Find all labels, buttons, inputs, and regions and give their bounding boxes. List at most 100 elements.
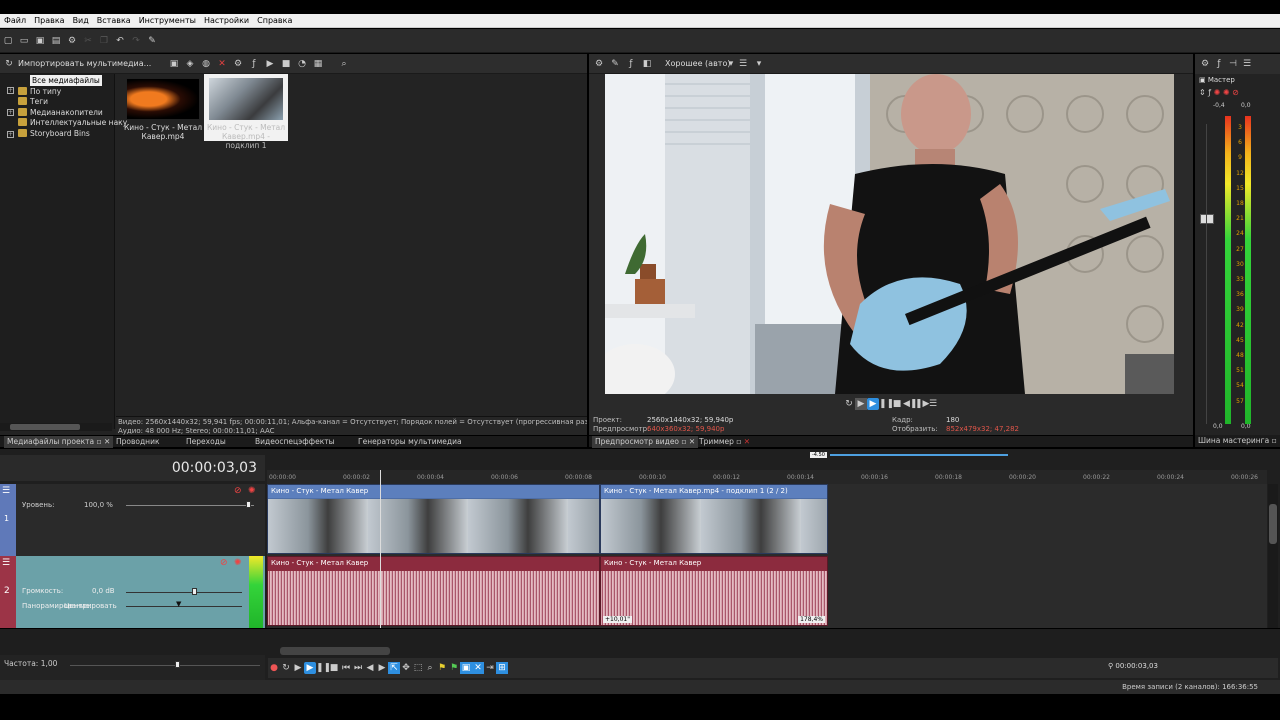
- menu-icon[interactable]: ☰: [927, 398, 939, 410]
- menu-help[interactable]: Справка: [253, 14, 296, 28]
- tab-project-media[interactable]: Медиафайлы проекта ▫ ✕: [4, 436, 114, 448]
- timeline-overview[interactable]: -4.50: [810, 452, 1010, 458]
- volume-slider-knob[interactable]: [192, 588, 197, 595]
- rate-slider-knob[interactable]: [175, 661, 180, 668]
- pause-icon[interactable]: ❚❚: [879, 398, 894, 410]
- play-icon[interactable]: ▶: [264, 58, 276, 70]
- tree-item-all-media[interactable]: Все медиафайлы: [30, 75, 102, 86]
- rate-slider[interactable]: [70, 665, 260, 666]
- views-icon[interactable]: ▦: [312, 58, 324, 70]
- fx-icon[interactable]: ƒ: [248, 58, 260, 70]
- tab-media-generators[interactable]: Генераторы мультимедиа: [358, 436, 462, 448]
- tree-scrollbar[interactable]: [0, 423, 112, 431]
- gear-icon[interactable]: ⚙: [1199, 58, 1211, 70]
- tab-trimmer[interactable]: Триммер ▫ ✕: [699, 436, 750, 448]
- ignore-grouping-icon[interactable]: ▣: [460, 662, 472, 674]
- tab-video-preview[interactable]: Предпросмотр видео ▫ ✕: [592, 436, 699, 448]
- capture-icon[interactable]: ▣: [168, 58, 180, 70]
- solo-icon[interactable]: ✺: [234, 558, 242, 568]
- properties-icon[interactable]: ⚙: [232, 58, 244, 70]
- mute-icon[interactable]: ⊘: [220, 558, 228, 568]
- preview-quality-select[interactable]: Хорошее (авто): [665, 58, 730, 70]
- mute-icon[interactable]: ✺: [1223, 88, 1230, 97]
- tree-item-tags[interactable]: Теги: [18, 96, 48, 107]
- tree-item-storyboard-bins[interactable]: Storyboard Bins: [18, 128, 90, 139]
- pan-slider[interactable]: [126, 606, 242, 607]
- edit-tool-icon[interactable]: ⇱: [388, 662, 400, 674]
- stop-icon[interactable]: ■: [280, 58, 292, 70]
- level-slider-knob[interactable]: [246, 501, 251, 508]
- fx-icon[interactable]: ƒ: [1208, 88, 1211, 97]
- timeline-ruler[interactable]: 00:00:00 00:00:02 00:00:04 00:00:06 00:00:08…: [267, 470, 1267, 484]
- scrollbar-thumb[interactable]: [10, 424, 80, 430]
- go-to-end-icon[interactable]: ⏭: [352, 662, 364, 674]
- go-to-start-icon[interactable]: ⏮: [340, 662, 352, 674]
- video-clip[interactable]: Кино - Стук - Метал Кавер: [267, 484, 600, 554]
- next-frame-icon[interactable]: ❚▶: [915, 398, 929, 410]
- play-from-start-icon[interactable]: ▶: [855, 398, 867, 410]
- refresh-icon[interactable]: ↻: [3, 58, 15, 70]
- loop-icon[interactable]: ↻: [280, 662, 292, 674]
- save-icon[interactable]: ▣: [34, 35, 46, 47]
- menu-tools[interactable]: Инструменты: [135, 14, 200, 28]
- tree-expander[interactable]: +: [7, 131, 14, 138]
- new-icon[interactable]: ▢: [2, 35, 14, 47]
- menu-options[interactable]: Настройки: [200, 14, 253, 28]
- settings-icon[interactable]: ✺: [1214, 88, 1221, 97]
- timeline-horizontal-scrollbar[interactable]: [280, 647, 390, 655]
- video-track-header[interactable]: ☰ 1 ⊘ ✺ Уровень: 100,0 %: [0, 484, 265, 556]
- marker-icon[interactable]: ⚑: [436, 662, 448, 674]
- split-screen-icon[interactable]: ◧: [641, 58, 653, 70]
- import-media-button[interactable]: Импортировать мультимедиа...: [18, 58, 151, 70]
- tree-expander[interactable]: +: [7, 87, 14, 94]
- tab-transitions[interactable]: Переходы: [186, 436, 226, 448]
- undo-icon[interactable]: ↶: [114, 35, 126, 47]
- snap-icon[interactable]: ✎: [146, 35, 158, 47]
- menu-insert[interactable]: Вставка: [93, 14, 135, 28]
- volume-slider[interactable]: [126, 592, 242, 593]
- tab-explorer[interactable]: Проводник: [116, 436, 160, 448]
- menu-view[interactable]: Вид: [69, 14, 93, 28]
- zoom-icon[interactable]: ⌕: [338, 58, 350, 70]
- overview-bar[interactable]: [830, 454, 1008, 456]
- media-fx-icon[interactable]: ◈: [184, 58, 196, 70]
- pan-slider-knob[interactable]: ▼: [176, 600, 181, 608]
- timeline-vertical-scrollbar[interactable]: [1268, 484, 1278, 644]
- loop-icon[interactable]: ↻: [843, 398, 855, 410]
- menu-icon[interactable]: ☰: [1241, 58, 1253, 70]
- pause-icon[interactable]: ❚❚: [316, 662, 331, 674]
- chevron-down-icon[interactable]: ⊣: [1227, 58, 1239, 70]
- snapping-icon[interactable]: ⊞: [496, 662, 508, 674]
- tab-video-fx[interactable]: Видеоспецэффекты: [255, 436, 335, 448]
- media-thumbnail-selected[interactable]: Кино - Стук - Метал Кавер.mp4 - подклип …: [204, 74, 288, 150]
- track-menu-icon[interactable]: ☰: [2, 486, 10, 496]
- audio-clip[interactable]: Кино - Стук - Метал Кавер: [267, 556, 600, 626]
- audio-track-header[interactable]: ☰ 2 ⊘ ✺ Громкость: 0,0 dB Панорамировани…: [0, 556, 265, 628]
- playhead[interactable]: [380, 470, 381, 645]
- master-fader-track[interactable]: [1206, 124, 1207, 424]
- lock-envelopes-icon[interactable]: ✕: [472, 662, 484, 674]
- open-icon[interactable]: ▭: [18, 35, 30, 47]
- region-icon[interactable]: ⚑: [448, 662, 460, 674]
- audio-clip[interactable]: Кино - Стук - Метал Кавер +10,01" 178,4%: [600, 556, 828, 626]
- solo-icon[interactable]: ⊘: [1232, 88, 1239, 97]
- cut-icon[interactable]: ✂: [82, 35, 94, 47]
- chevron-down-icon[interactable]: ▾: [753, 58, 765, 70]
- audio-track-lane[interactable]: Кино - Стук - Метал Кавер Кино - Стук - …: [267, 556, 1267, 628]
- edit-icon[interactable]: ✎: [609, 58, 621, 70]
- auto-ripple-icon[interactable]: ⇥: [484, 662, 496, 674]
- stop-icon[interactable]: ■: [891, 398, 903, 410]
- tree-expander[interactable]: +: [7, 109, 14, 116]
- video-track-lane[interactable]: Кино - Стук - Метал Кавер Кино - Стук - …: [267, 484, 1267, 556]
- redo-icon[interactable]: ↷: [130, 35, 142, 47]
- selection-tool-icon[interactable]: ⬚: [412, 662, 424, 674]
- play-from-start-icon[interactable]: ▶: [292, 662, 304, 674]
- media-generator-icon[interactable]: ◍: [200, 58, 212, 70]
- copy-icon[interactable]: ❐: [98, 35, 110, 47]
- fx-icon[interactable]: ƒ: [1213, 58, 1225, 70]
- chevron-down-icon[interactable]: ▾: [725, 58, 737, 70]
- save-as-icon[interactable]: ▤: [50, 35, 62, 47]
- menu-file[interactable]: Файл: [0, 14, 30, 28]
- fx-icon[interactable]: ƒ: [625, 58, 637, 70]
- properties-icon[interactable]: ⚙: [66, 35, 78, 47]
